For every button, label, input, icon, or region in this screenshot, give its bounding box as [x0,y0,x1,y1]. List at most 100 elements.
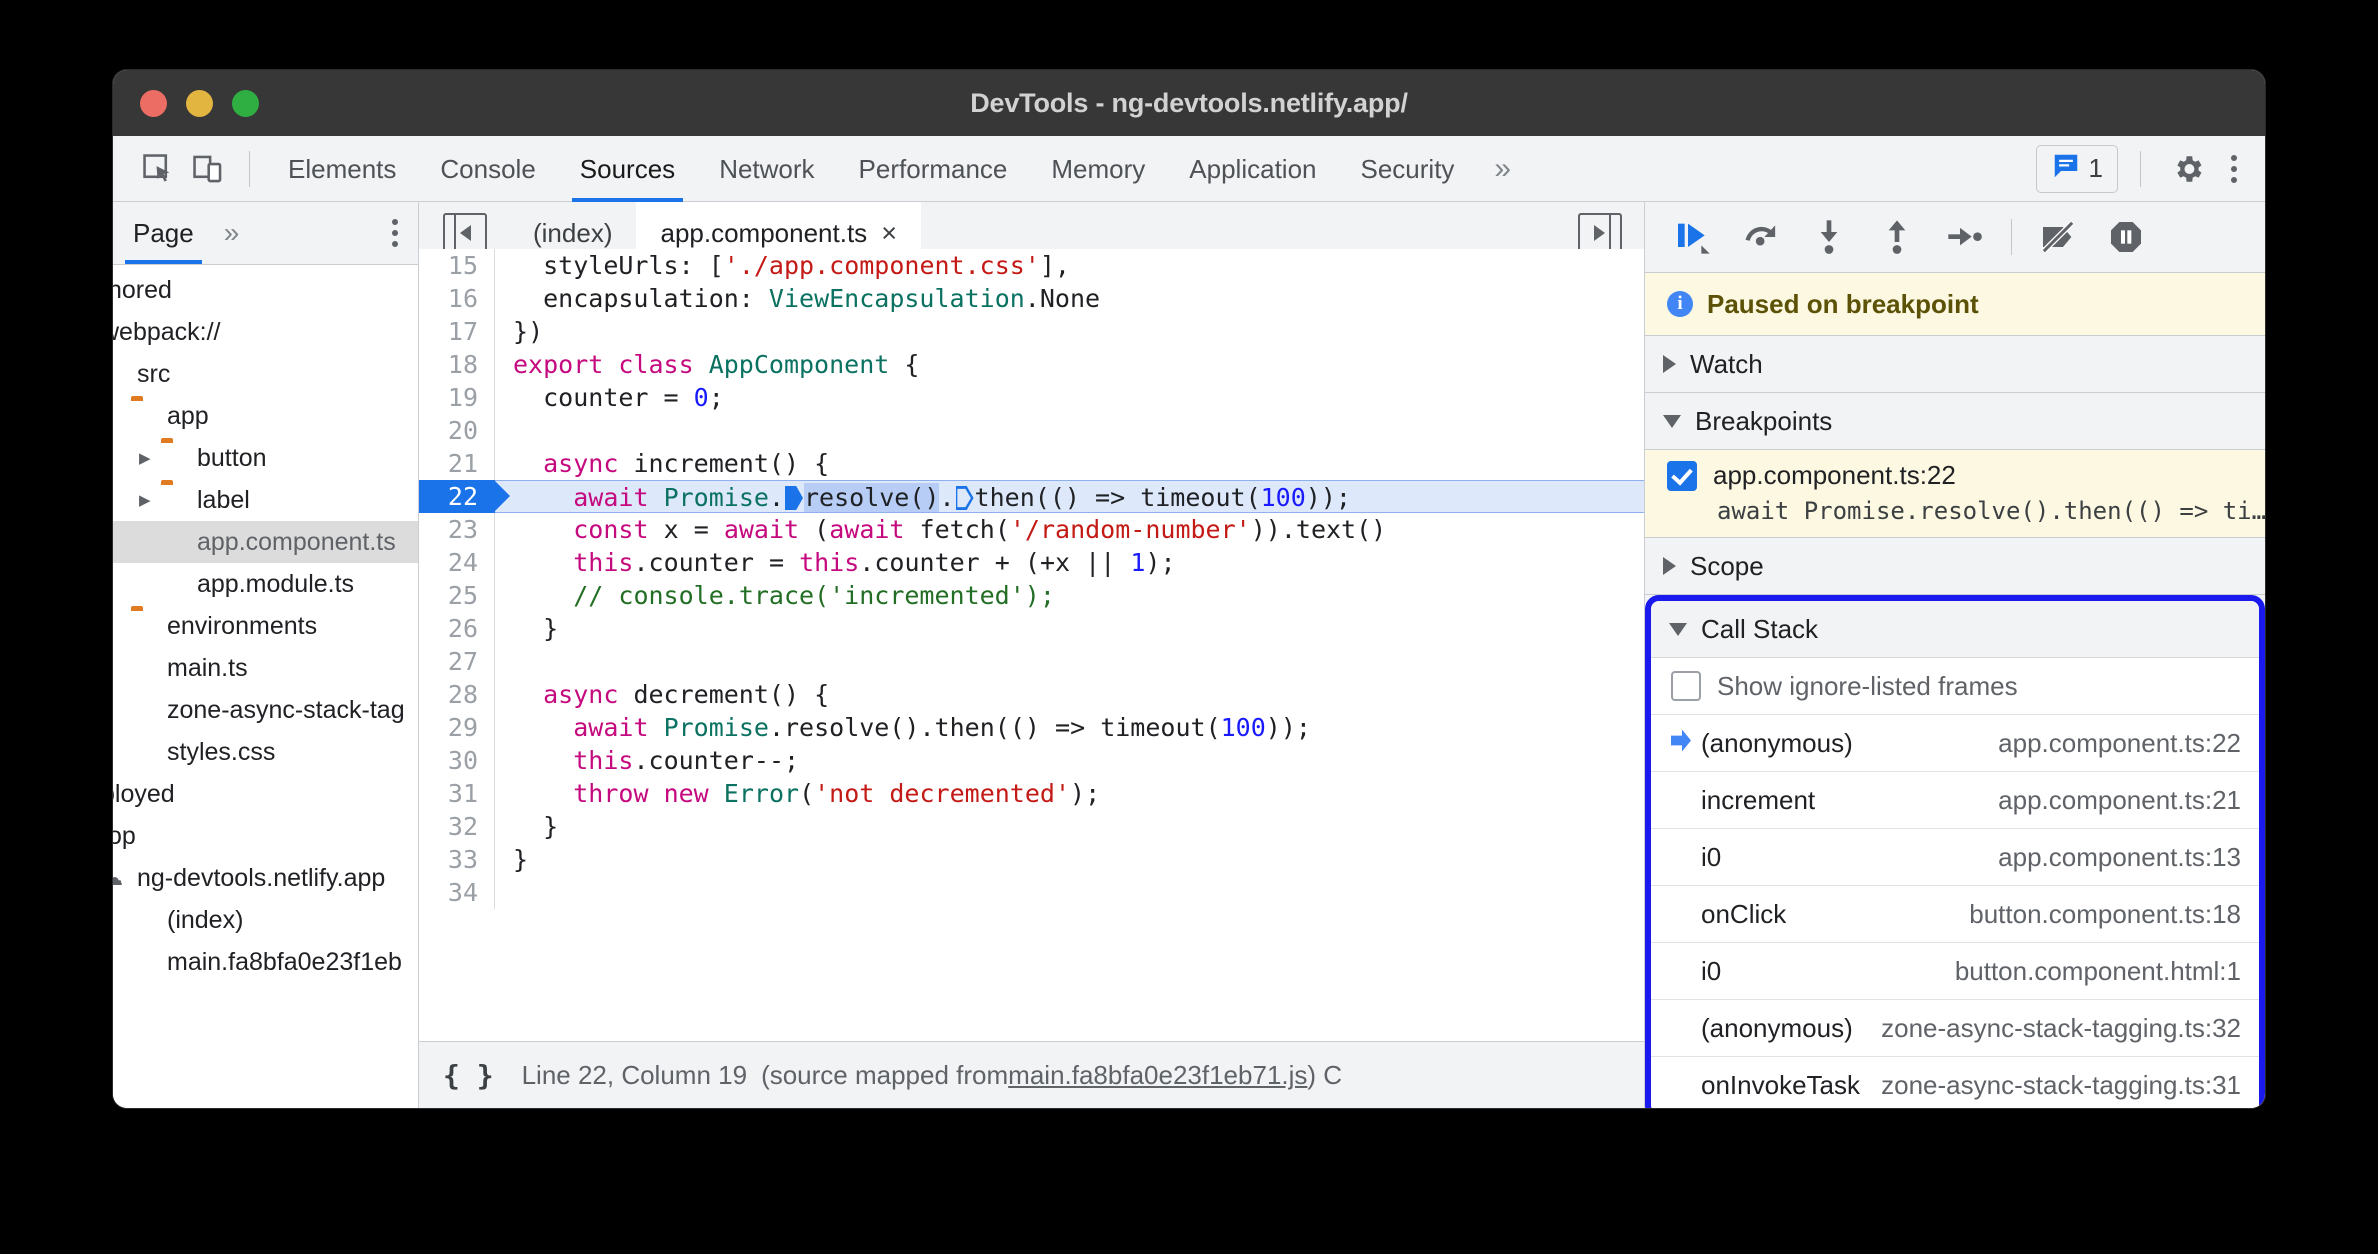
call-stack-frame[interactable]: onClick button.component.ts:18 [1651,886,2259,943]
line-number[interactable]: 33 [419,843,495,876]
show-ignore-listed-frames-checkbox[interactable] [1671,671,1701,701]
kebab-menu-icon[interactable] [2219,148,2249,190]
navigator-more-icon[interactable]: » [214,217,250,249]
code-line[interactable]: 23 const x = await (await fetch('/random… [419,513,1644,546]
tree-item[interactable]: ▶ button [113,437,418,479]
show-debugger-icon[interactable] [1578,213,1622,253]
tree-item[interactable]: zone-async-stack-tag [113,689,418,731]
maximize-window-button[interactable] [232,89,259,117]
code-line[interactable]: 34 [419,876,1644,909]
line-number[interactable]: 32 [419,810,495,843]
call-stack-frame[interactable]: onInvokeTask zone-async-stack-tagging.ts:… [1651,1057,2259,1108]
code-line[interactable]: 31 throw new Error('not decremented'); [419,777,1644,810]
chevron-right-icon[interactable]: ▶ [139,449,161,467]
call-stack-frame[interactable]: (anonymous) app.component.ts:22 [1651,715,2259,772]
navigator-tab-page[interactable]: Page [113,202,214,264]
line-number[interactable]: 19 [419,381,495,414]
minimize-window-button[interactable] [186,89,213,117]
step-icon[interactable] [1937,211,1993,263]
line-number[interactable]: 18 [419,348,495,381]
code-line[interactable]: 19 counter = 0; [419,381,1644,414]
code-line[interactable]: 30 this.counter--; [419,744,1644,777]
line-number[interactable]: 16 [419,282,495,315]
tree-item[interactable]: ployed [113,773,418,815]
inspect-element-icon[interactable] [133,144,183,194]
issues-button[interactable]: 1 [2035,144,2118,193]
more-tabs-icon[interactable]: » [1476,136,1529,202]
tab-network[interactable]: Network [697,136,836,202]
call-stack-frame[interactable]: i0 button.component.html:1 [1651,943,2259,1000]
call-stack-frame[interactable]: i0 app.component.ts:13 [1651,829,2259,886]
tab-performance[interactable]: Performance [837,136,1030,202]
scope-section-header[interactable]: Scope [1645,538,2265,595]
code-line[interactable]: 27 [419,645,1644,678]
line-number[interactable]: 24 [419,546,495,579]
call-stack-section-header[interactable]: Call Stack [1651,601,2259,658]
breakpoint-enabled-checkbox[interactable] [1667,460,1697,491]
tree-item[interactable]: main.fa8bfa0e23f1eb [113,941,418,983]
code-line[interactable]: 32 } [419,810,1644,843]
tab-memory[interactable]: Memory [1029,136,1167,202]
code-line[interactable]: 17}) [419,315,1644,348]
line-number[interactable]: 20 [419,414,495,447]
code-line[interactable]: 29 await Promise.resolve().then(() => ti… [419,711,1644,744]
line-number[interactable]: 15 [419,249,495,282]
line-number[interactable]: 30 [419,744,495,777]
line-number[interactable]: 34 [419,876,495,909]
line-number[interactable]: 27 [419,645,495,678]
show-navigator-icon[interactable] [443,213,487,253]
watch-section-header[interactable]: Watch [1645,336,2265,393]
code-line[interactable]: 21 async increment() { [419,447,1644,480]
code-line[interactable]: 28 async decrement() { [419,678,1644,711]
step-into-next-function-call-icon[interactable] [1801,211,1857,263]
tree-item[interactable]: ▶ label [113,479,418,521]
tab-elements[interactable]: Elements [266,136,418,202]
code-line[interactable]: 24 this.counter = this.counter + (+x || … [419,546,1644,579]
tree-item[interactable]: app.component.ts [113,521,418,563]
call-stack-frame[interactable]: (anonymous) zone-async-stack-tagging.ts:3… [1651,1000,2259,1057]
line-number[interactable]: 29 [419,711,495,744]
line-number[interactable]: 31 [419,777,495,810]
tree-item[interactable]: ☁ ng-devtools.netlify.app [113,857,418,899]
line-number[interactable]: 25 [419,579,495,612]
tree-item[interactable]: environments [113,605,418,647]
code-line-current[interactable]: 22 await Promise. resolve(). then(() => ti… [419,480,1644,513]
code-line[interactable]: 16 encapsulation: ViewEncapsulation.None [419,282,1644,315]
resume-script-execution-icon[interactable] [1665,211,1721,263]
line-number[interactable]: 26 [419,612,495,645]
code-line[interactable]: 18 export class AppComponent { [419,348,1644,381]
line-number[interactable]: 22 [419,480,510,513]
tree-item[interactable]: styles.css [113,731,418,773]
tree-item[interactable]: app.module.ts [113,563,418,605]
current-inline-breakpoint-icon[interactable] [785,486,803,510]
navigator-kebab-menu-icon[interactable] [380,212,410,254]
tree-item[interactable]: app [113,395,418,437]
breakpoint-item[interactable]: app.component.ts:22 await Promise.resolv… [1645,450,2265,538]
code-line[interactable]: 25 // console.trace('incremented'); [419,579,1644,612]
tree-item[interactable]: webpack:// [113,311,418,353]
show-ignore-listed-frames-option[interactable]: Show ignore-listed frames [1651,658,2259,715]
code-line[interactable]: 20 [419,414,1644,447]
tab-sources[interactable]: Sources [558,136,697,202]
tree-item[interactable]: thored [113,269,418,311]
tab-application[interactable]: Application [1167,136,1338,202]
line-number[interactable]: 28 [419,678,495,711]
tree-item[interactable]: main.ts [113,647,418,689]
source-map-link[interactable]: main.fa8bfa0e23f1eb71.js [1008,1060,1307,1091]
step-out-of-current-function-icon[interactable] [1869,211,1925,263]
code-line[interactable]: 26 } [419,612,1644,645]
tree-item[interactable]: (index) [113,899,418,941]
deactivate-breakpoints-icon[interactable] [2030,211,2086,263]
code-line[interactable]: 33} [419,843,1644,876]
step-over-next-function-call-icon[interactable] [1733,211,1789,263]
pause-on-exceptions-icon[interactable] [2098,211,2154,263]
inline-breakpoint-icon[interactable] [956,486,974,510]
device-toolbar-icon[interactable] [183,144,233,194]
close-window-button[interactable] [140,89,167,117]
tab-security[interactable]: Security [1339,136,1477,202]
tree-item[interactable]: src [113,353,418,395]
code-line[interactable]: 15 styleUrls: ['./app.component.css'], [419,249,1644,282]
code-editor[interactable]: 15 styleUrls: ['./app.component.css'], 16… [419,249,1644,1041]
line-number[interactable]: 23 [419,513,495,546]
tree-item[interactable]: top [113,815,418,857]
